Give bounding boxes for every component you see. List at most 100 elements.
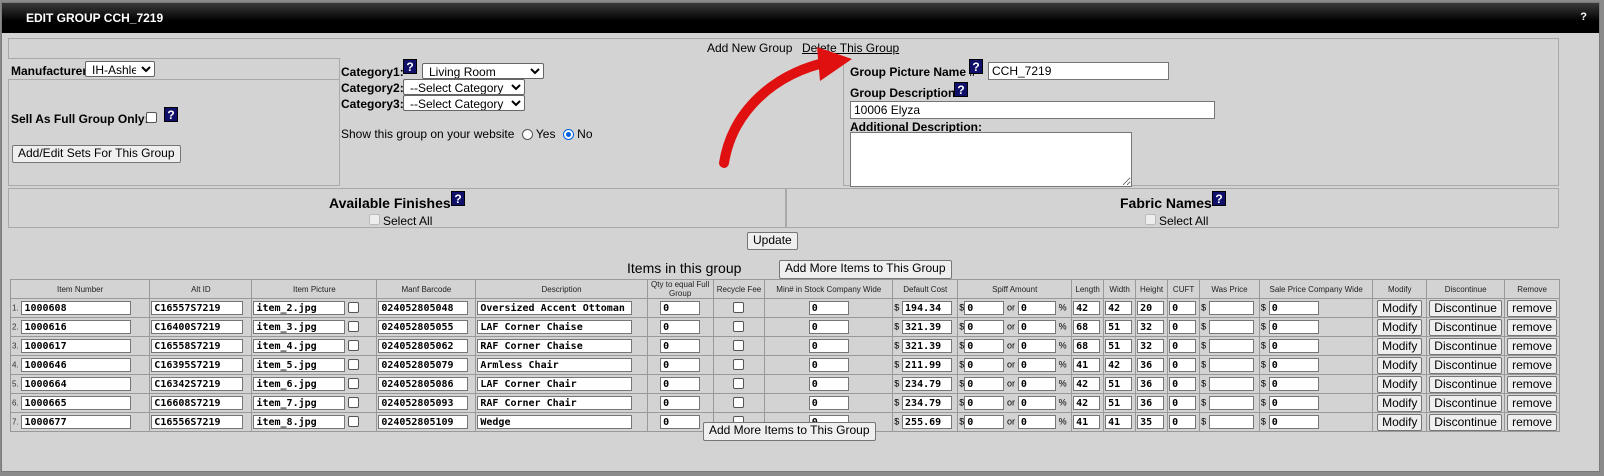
remove-button[interactable]: remove	[1507, 299, 1558, 317]
alt-id-input[interactable]	[151, 358, 244, 372]
height-input[interactable]	[1137, 358, 1165, 372]
recycle-fee-checkbox[interactable]	[733, 321, 745, 333]
discontinue-button[interactable]: Discontinue	[1429, 394, 1502, 412]
show-website-yes-radio[interactable]	[521, 129, 533, 141]
modify-button[interactable]: Modify	[1377, 318, 1423, 336]
item-number-input[interactable]	[21, 339, 132, 353]
item-picture-input[interactable]	[253, 415, 346, 429]
item-description-input[interactable]	[477, 396, 633, 410]
sale-price-input[interactable]	[1268, 320, 1319, 334]
sale-price-input[interactable]	[1268, 339, 1319, 353]
fabrics-help-icon[interactable]: ?	[1212, 191, 1226, 206]
alt-id-input[interactable]	[151, 339, 244, 353]
alt-id-input[interactable]	[151, 301, 244, 315]
add-edit-sets-button[interactable]: Add/Edit Sets For This Group	[12, 145, 181, 163]
default-cost-input[interactable]	[902, 415, 953, 429]
recycle-fee-checkbox[interactable]	[733, 378, 745, 390]
remove-button[interactable]: remove	[1507, 413, 1558, 431]
length-input[interactable]	[1073, 339, 1101, 353]
update-button[interactable]: Update	[747, 232, 798, 250]
spiff-amount-input[interactable]	[964, 301, 1005, 315]
additional-description-textarea[interactable]	[850, 132, 1132, 187]
barcode-input[interactable]	[378, 415, 469, 429]
recycle-fee-checkbox[interactable]	[733, 359, 745, 371]
spiff-percent-input[interactable]	[1017, 358, 1056, 372]
sell-full-checkbox[interactable]	[146, 112, 157, 123]
spiff-amount-input[interactable]	[964, 339, 1005, 353]
height-input[interactable]	[1137, 415, 1165, 429]
modify-button[interactable]: Modify	[1377, 299, 1423, 317]
width-input[interactable]	[1105, 396, 1133, 410]
item-picture-input[interactable]	[253, 320, 346, 334]
alt-id-input[interactable]	[151, 320, 244, 334]
default-cost-input[interactable]	[902, 320, 953, 334]
barcode-input[interactable]	[378, 396, 469, 410]
remove-button[interactable]: remove	[1507, 394, 1558, 412]
finishes-help-icon[interactable]: ?	[451, 191, 465, 206]
item-number-input[interactable]	[21, 396, 132, 410]
discontinue-button[interactable]: Discontinue	[1429, 375, 1502, 393]
category-help-icon[interactable]: ?	[403, 59, 417, 74]
width-input[interactable]	[1105, 301, 1133, 315]
item-description-input[interactable]	[477, 320, 633, 334]
min-stock-input[interactable]	[808, 339, 849, 353]
min-stock-input[interactable]	[808, 320, 849, 334]
barcode-input[interactable]	[378, 339, 469, 353]
item-picture-input[interactable]	[253, 396, 346, 410]
item-description-input[interactable]	[477, 358, 633, 372]
item-picture-checkbox[interactable]	[348, 340, 360, 352]
height-input[interactable]	[1137, 396, 1165, 410]
barcode-input[interactable]	[378, 358, 469, 372]
width-input[interactable]	[1105, 339, 1133, 353]
sale-price-input[interactable]	[1268, 396, 1319, 410]
item-number-input[interactable]	[21, 377, 132, 391]
cuft-input[interactable]	[1169, 396, 1197, 410]
qty-input[interactable]	[660, 415, 701, 429]
spiff-amount-input[interactable]	[964, 320, 1005, 334]
recycle-fee-checkbox[interactable]	[733, 340, 745, 352]
spiff-percent-input[interactable]	[1017, 301, 1056, 315]
sale-price-input[interactable]	[1268, 301, 1319, 315]
item-picture-checkbox[interactable]	[348, 321, 360, 333]
item-picture-checkbox[interactable]	[348, 378, 360, 390]
description-input[interactable]	[850, 101, 1215, 119]
width-input[interactable]	[1105, 377, 1133, 391]
description-help-icon[interactable]: ?	[954, 82, 968, 97]
cuft-input[interactable]	[1169, 339, 1197, 353]
was-price-input[interactable]	[1208, 358, 1254, 372]
spiff-percent-input[interactable]	[1017, 377, 1056, 391]
remove-button[interactable]: remove	[1507, 375, 1558, 393]
item-picture-checkbox[interactable]	[348, 302, 360, 314]
qty-input[interactable]	[660, 377, 701, 391]
min-stock-input[interactable]	[808, 377, 849, 391]
add-more-items-button-bottom[interactable]: Add More Items to This Group	[703, 422, 876, 441]
length-input[interactable]	[1073, 377, 1101, 391]
recycle-fee-checkbox[interactable]	[733, 397, 745, 409]
default-cost-input[interactable]	[902, 358, 953, 372]
item-picture-checkbox[interactable]	[348, 397, 360, 409]
barcode-input[interactable]	[378, 301, 469, 315]
spiff-amount-input[interactable]	[964, 358, 1005, 372]
modify-button[interactable]: Modify	[1377, 394, 1423, 412]
spiff-amount-input[interactable]	[964, 415, 1005, 429]
category3-select[interactable]: --Select Category	[403, 95, 525, 111]
item-picture-input[interactable]	[253, 358, 346, 372]
default-cost-input[interactable]	[902, 377, 953, 391]
spiff-percent-input[interactable]	[1017, 415, 1056, 429]
was-price-input[interactable]	[1208, 377, 1254, 391]
qty-input[interactable]	[660, 358, 701, 372]
height-input[interactable]	[1137, 377, 1165, 391]
discontinue-button[interactable]: Discontinue	[1429, 356, 1502, 374]
item-number-input[interactable]	[21, 358, 132, 372]
manufacturer-select[interactable]: IH-Ashley	[85, 61, 155, 77]
remove-button[interactable]: remove	[1507, 356, 1558, 374]
remove-button[interactable]: remove	[1507, 318, 1558, 336]
sell-full-help-icon[interactable]: ?	[164, 107, 178, 122]
height-input[interactable]	[1137, 301, 1165, 315]
category1-select[interactable]: Living Room	[422, 63, 544, 79]
length-input[interactable]	[1073, 320, 1101, 334]
window-help-icon[interactable]: ?	[1580, 11, 1587, 23]
was-price-input[interactable]	[1208, 301, 1254, 315]
default-cost-input[interactable]	[902, 301, 953, 315]
recycle-fee-checkbox[interactable]	[733, 302, 745, 314]
